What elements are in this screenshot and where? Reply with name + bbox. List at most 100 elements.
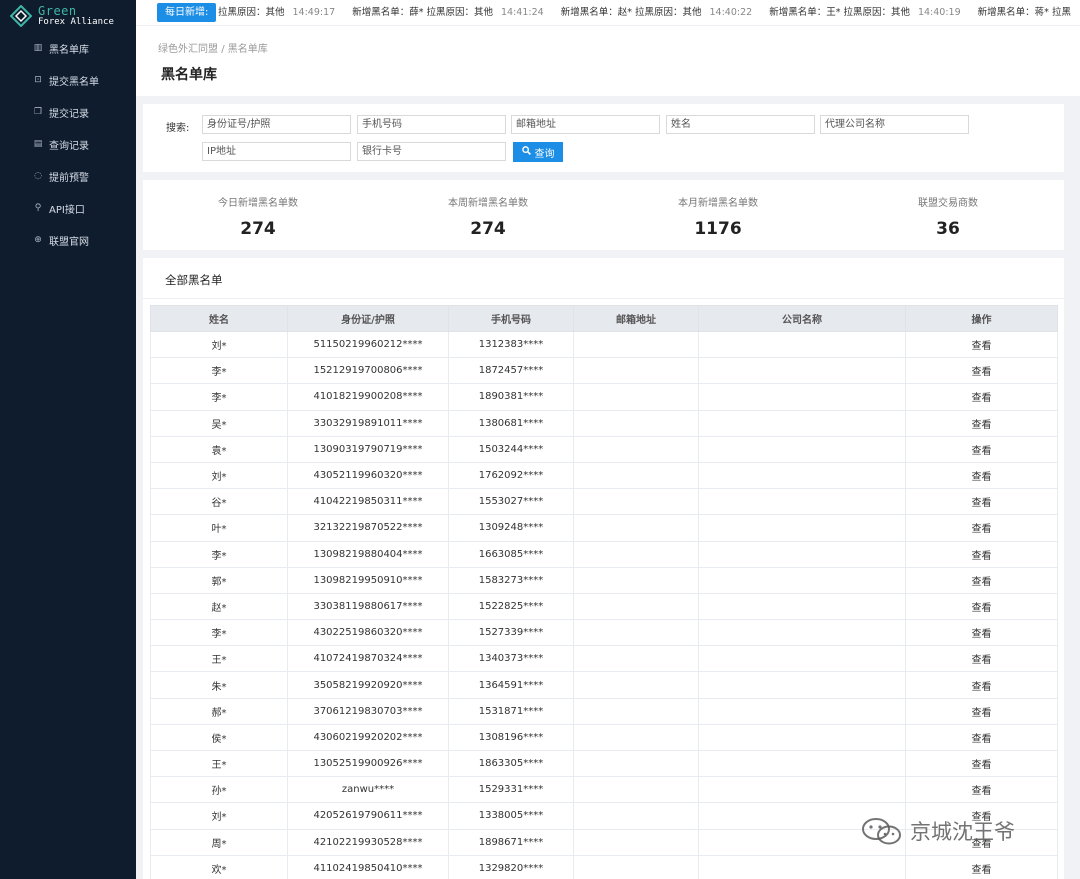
view-link[interactable]: 查看 [905, 645, 1058, 673]
view-link[interactable]: 查看 [905, 566, 1058, 594]
table-row: 欢* 41102419850410**** 1329820**** 查看 [150, 854, 1058, 879]
view-link[interactable]: 查看 [905, 435, 1058, 463]
table-row: 叶* 32132219870522**** 1309248**** 查看 [150, 514, 1058, 542]
table-row: 谷* 41042219850311**** 1553027**** 查看 [150, 488, 1058, 516]
phone-input[interactable] [357, 115, 506, 134]
cell-id: 15212919700806**** [287, 357, 449, 385]
cell-email [573, 723, 699, 752]
logo-line1: Green [38, 3, 77, 18]
sidebar: Green Forex Alliance ▥ 黑名单库 ⊡ 提交黑名单 ❐ 提交… [0, 0, 136, 879]
search-icon [521, 146, 531, 158]
divider [143, 298, 1064, 299]
view-link[interactable]: 查看 [905, 776, 1058, 804]
view-link[interactable]: 查看 [905, 540, 1058, 568]
search-panel: 搜索: 查询 [143, 104, 1064, 172]
cell-id: 41102419850410**** [287, 854, 449, 879]
cell-id: 41018219900208**** [287, 383, 449, 411]
view-link[interactable]: 查看 [905, 697, 1058, 725]
ticker-badge: 每日新增: [157, 3, 217, 22]
cell-email [573, 566, 699, 594]
cell-id: 51150219960212**** [287, 330, 449, 359]
watermark: 京城沈王爷 [860, 816, 1015, 846]
cell-company [698, 435, 906, 463]
table-row: 王* 13052519900926**** 1863305**** 查看 [150, 749, 1058, 778]
cell-company [698, 854, 906, 879]
cell-phone: 1522825**** [448, 592, 574, 621]
cell-phone: 1340373**** [448, 645, 574, 673]
ticker-bar: 每日新增: 拉黑原因：其他 14:49:17 新增黑名单：薛* 拉黑原因：其他 14… [136, 0, 1080, 26]
cell-id: 13090319790719**** [287, 435, 449, 463]
cell-phone: 1762092**** [448, 461, 574, 490]
view-link[interactable]: 查看 [905, 749, 1058, 778]
sidebar-item-alert[interactable]: ◌ 提前预警 [0, 160, 136, 192]
sidebar-item-submit[interactable]: ⊡ 提交黑名单 [0, 64, 136, 96]
ticker-item[interactable]: 新增黑名单：赵* 拉黑原因：其他 14:40:22 [561, 0, 752, 25]
table-row: 赵* 33038119880617**** 1522825**** 查看 [150, 592, 1058, 621]
view-link[interactable]: 查看 [905, 619, 1058, 647]
view-link[interactable]: 查看 [905, 854, 1058, 879]
cell-email [573, 383, 699, 411]
view-link[interactable]: 查看 [905, 357, 1058, 385]
cell-email [573, 514, 699, 542]
email-input[interactable] [511, 115, 660, 134]
sidebar-item-label: 提交黑名单 [49, 76, 99, 88]
cell-email [573, 671, 699, 699]
ticker-item[interactable]: 新增黑名单：王* 拉黑原因：其他 14:40:19 [769, 0, 960, 25]
view-link[interactable]: 查看 [905, 671, 1058, 699]
ticker-list: 拉黑原因：其他 14:49:17 新增黑名单：薛* 拉黑原因：其他 14:41:24… [218, 0, 1080, 25]
breadcrumb-root[interactable]: 绿色外汇同盟 [158, 44, 218, 55]
column-header-name: 姓名 [150, 305, 288, 332]
stat-today: 今日新增黑名单数 274 [143, 180, 373, 239]
table-row: 刘* 51150219960212**** 1312383**** 查看 [150, 330, 1058, 359]
table-row: 李* 41018219900208**** 1890381**** 查看 [150, 383, 1058, 411]
cell-name: 李* [150, 383, 288, 411]
cell-company [698, 488, 906, 516]
bank-card-input[interactable] [357, 142, 506, 161]
cell-company [698, 566, 906, 594]
sidebar-item-api[interactable]: ⚲ API接口 [0, 192, 136, 224]
table-row: 吴* 33032919891011**** 1380681**** 查看 [150, 409, 1058, 437]
ticker-text: 拉黑原因：其他 [218, 7, 285, 18]
view-link[interactable]: 查看 [905, 409, 1058, 437]
ticker-item[interactable]: 新增黑名单：蒋* 拉黑 [977, 0, 1079, 25]
view-link[interactable]: 查看 [905, 592, 1058, 621]
query-button[interactable]: 查询 [513, 142, 563, 162]
sidebar-item-blacklist[interactable]: ▥ 黑名单库 [0, 32, 136, 64]
ticker-text: 新增黑名单：蒋* 拉黑 [977, 7, 1071, 18]
cell-name: 孙* [150, 776, 288, 804]
cell-id: 33032919891011**** [287, 409, 449, 437]
cell-company [698, 592, 906, 621]
cell-name: 赵* [150, 592, 288, 621]
sidebar-item-label: API接口 [49, 204, 85, 216]
sidebar-item-website[interactable]: ⊕ 联盟官网 [0, 224, 136, 256]
name-input[interactable] [666, 115, 815, 134]
view-link[interactable]: 查看 [905, 383, 1058, 411]
cell-phone: 1583273**** [448, 566, 574, 594]
view-link[interactable]: 查看 [905, 330, 1058, 359]
cell-id: 43052119960320**** [287, 461, 449, 490]
cell-company [698, 409, 906, 437]
ip-address-input[interactable] [202, 142, 351, 161]
app-logo[interactable]: Green Forex Alliance [0, 0, 136, 32]
sidebar-item-query-records[interactable]: ▤ 查询记录 [0, 128, 136, 160]
table-title: 全部黑名单 [165, 273, 223, 287]
cell-email [573, 697, 699, 725]
id-number-input[interactable] [202, 115, 351, 134]
sidebar-item-submit-records[interactable]: ❐ 提交记录 [0, 96, 136, 128]
view-link[interactable]: 查看 [905, 723, 1058, 752]
ticker-item[interactable]: 拉黑原因：其他 14:49:17 [218, 0, 335, 25]
stat-value: 36 [936, 219, 960, 239]
view-link[interactable]: 查看 [905, 488, 1058, 516]
agent-company-input[interactable] [820, 115, 969, 134]
table-row: 李* 13098219880404**** 1663085**** 查看 [150, 540, 1058, 568]
cell-id: 13098219950910**** [287, 566, 449, 594]
cell-name: 李* [150, 357, 288, 385]
table-row: 郝* 37061219830703**** 1531871**** 查看 [150, 697, 1058, 725]
cell-phone: 1890381**** [448, 383, 574, 411]
table-row: 李* 15212919700806**** 1872457**** 查看 [150, 357, 1058, 385]
cell-email [573, 330, 699, 359]
view-link[interactable]: 查看 [905, 514, 1058, 542]
view-link[interactable]: 查看 [905, 461, 1058, 490]
cell-name: 侯* [150, 723, 288, 752]
ticker-item[interactable]: 新增黑名单：薛* 拉黑原因：其他 14:41:24 [352, 0, 543, 25]
